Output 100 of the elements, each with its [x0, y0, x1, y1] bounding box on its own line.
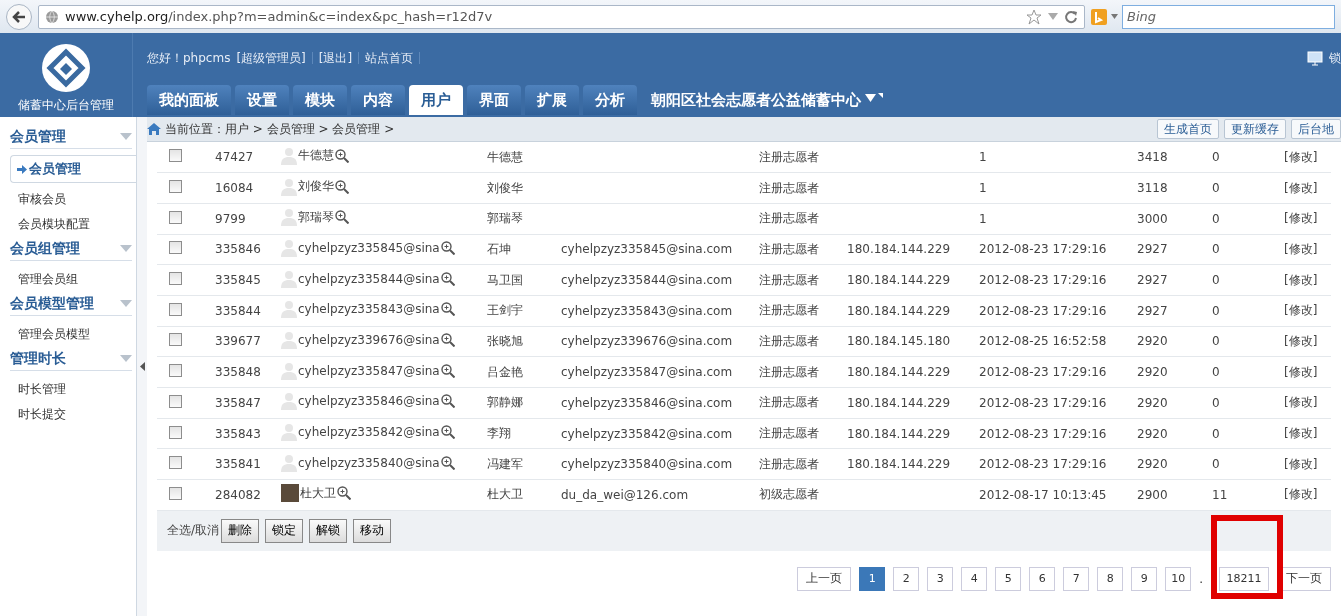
- email-cell: cyhelpzyz335845@sina.com: [561, 234, 759, 265]
- group-cell: 注册志愿者: [759, 295, 847, 327]
- logout-link[interactable]: [退出]: [318, 49, 353, 67]
- sidebar-item[interactable]: 审核会员: [0, 187, 136, 212]
- prev-page-button[interactable]: 上一页: [797, 566, 852, 591]
- edit-link[interactable]: [修改]: [1284, 211, 1318, 226]
- zoom-in-icon[interactable]: [335, 210, 349, 225]
- zoom-in-icon[interactable]: [335, 179, 349, 194]
- row-checkbox[interactable]: [169, 241, 182, 255]
- row-checkbox[interactable]: [169, 302, 182, 316]
- role-link[interactable]: [超级管理员]: [236, 49, 306, 67]
- page-button[interactable]: 5: [995, 566, 1022, 591]
- nickname-cell: 刘俊华: [487, 172, 561, 204]
- edit-link[interactable]: [修改]: [1284, 180, 1318, 195]
- zoom-in-icon[interactable]: [337, 486, 351, 501]
- row-checkbox[interactable]: [169, 486, 182, 500]
- points-cell: 2920: [1137, 326, 1212, 357]
- email-cell: cyhelpzyz335846@sina.com: [561, 387, 759, 419]
- ellipsis-text: .: [1199, 571, 1203, 586]
- page-button[interactable]: 2: [893, 566, 920, 591]
- row-checkbox[interactable]: [169, 149, 182, 163]
- sidebar-item[interactable]: 时长管理: [0, 377, 136, 402]
- row-checkbox[interactable]: [169, 333, 182, 347]
- edit-link[interactable]: [修改]: [1284, 426, 1318, 441]
- nav-tab[interactable]: 界面: [467, 85, 521, 115]
- page-button[interactable]: 4: [961, 566, 988, 591]
- row-checkbox[interactable]: [169, 364, 182, 378]
- caret-icon[interactable]: [1111, 14, 1118, 19]
- reload-icon[interactable]: [1064, 9, 1078, 24]
- site-selector[interactable]: 朝阳区社会志愿者公益储蓄中心: [651, 85, 861, 115]
- zoom-in-icon[interactable]: [440, 240, 455, 255]
- zoom-in-icon[interactable]: [440, 425, 455, 440]
- page-button[interactable]: 7: [1063, 566, 1090, 591]
- nickname-cell: 张晓旭: [487, 326, 561, 357]
- ip-cell: 180.184.144.229: [847, 234, 979, 265]
- toolbar-button[interactable]: 生成首页: [1157, 119, 1219, 139]
- collapse-caret-icon[interactable]: [120, 245, 132, 252]
- dropdown-caret-icon[interactable]: [1048, 12, 1058, 21]
- page-button[interactable]: 8: [1097, 566, 1124, 591]
- points-cell: 2920: [1137, 356, 1212, 388]
- edit-link[interactable]: [修改]: [1284, 364, 1318, 379]
- zoom-in-icon[interactable]: [440, 363, 455, 378]
- nav-tab[interactable]: 我的面板: [147, 85, 231, 115]
- site-home-link[interactable]: 站点首页: [365, 49, 414, 67]
- star-icon[interactable]: [1026, 8, 1042, 25]
- caret-icon[interactable]: [865, 93, 883, 103]
- nav-tab[interactable]: 分析: [583, 85, 637, 115]
- edit-link[interactable]: [修改]: [1284, 487, 1318, 502]
- page-button[interactable]: 3: [927, 566, 954, 591]
- toolbar-button[interactable]: 后台地: [1291, 119, 1341, 139]
- row-checkbox[interactable]: [169, 456, 182, 470]
- nav-tab[interactable]: 用户: [409, 85, 463, 115]
- row-checkbox[interactable]: [169, 272, 182, 286]
- edit-link[interactable]: [修改]: [1284, 272, 1318, 287]
- page-button[interactable]: 18211: [1219, 566, 1269, 591]
- nav-tab[interactable]: 扩展: [525, 85, 579, 115]
- edit-link[interactable]: [修改]: [1284, 456, 1318, 471]
- sidebar-item[interactable]: 时长提交: [0, 402, 136, 427]
- username-text: cyhelpzyz335840@sina: [298, 455, 440, 470]
- zoom-in-icon[interactable]: [440, 271, 455, 286]
- collapse-caret-icon[interactable]: [120, 300, 132, 307]
- sidebar-item[interactable]: 管理会员组: [0, 267, 136, 292]
- points-cell: 2920: [1137, 418, 1212, 449]
- action-button[interactable]: 解锁: [309, 518, 348, 543]
- collapse-arrow-icon[interactable]: [139, 362, 145, 371]
- action-button[interactable]: 锁定: [265, 518, 304, 543]
- collapse-caret-icon[interactable]: [120, 355, 132, 362]
- row-checkbox[interactable]: [169, 425, 182, 439]
- edit-link[interactable]: [修改]: [1284, 395, 1318, 410]
- collapse-caret-icon[interactable]: [120, 133, 132, 140]
- search-field[interactable]: Bing: [1122, 4, 1335, 29]
- zoom-in-icon[interactable]: [440, 332, 455, 347]
- row-checkbox[interactable]: [169, 210, 182, 224]
- edit-link[interactable]: [修改]: [1284, 333, 1318, 348]
- nav-tab[interactable]: 设置: [235, 85, 289, 115]
- address-bar[interactable]: www.cyhelp.org/index.php?m=admin&c=index&pc_hash=r12d7v: [38, 4, 1085, 29]
- action-button[interactable]: 删除: [221, 518, 260, 543]
- sidebar-item[interactable]: 会员模块配置: [0, 212, 136, 237]
- zoom-in-icon[interactable]: [440, 455, 455, 470]
- toolbar-button[interactable]: 更新缓存: [1224, 119, 1286, 139]
- edit-link[interactable]: [修改]: [1284, 303, 1318, 318]
- select-all-link[interactable]: 全选/取消: [167, 522, 220, 540]
- zoom-in-icon[interactable]: [440, 394, 455, 409]
- row-checkbox[interactable]: [169, 180, 182, 194]
- sidebar-item[interactable]: 会员管理: [10, 155, 136, 183]
- page-button[interactable]: 10: [1165, 566, 1192, 591]
- page-button[interactable]: 1: [859, 566, 886, 591]
- nav-tab[interactable]: 模块: [293, 85, 347, 115]
- nav-tab[interactable]: 内容: [351, 85, 405, 115]
- action-button[interactable]: 移动: [353, 518, 392, 543]
- edit-link[interactable]: [修改]: [1284, 241, 1318, 256]
- row-checkbox[interactable]: [169, 394, 182, 408]
- section-title: 会员管理: [10, 127, 66, 146]
- sidebar-item[interactable]: 管理会员模型: [0, 322, 136, 347]
- zoom-in-icon[interactable]: [335, 148, 349, 163]
- page-button[interactable]: 6: [1029, 566, 1056, 591]
- lock-link[interactable]: 锁: [1329, 49, 1341, 67]
- edit-link[interactable]: [修改]: [1284, 149, 1318, 164]
- page-button[interactable]: 9: [1131, 566, 1158, 591]
- zoom-in-icon[interactable]: [440, 302, 455, 317]
